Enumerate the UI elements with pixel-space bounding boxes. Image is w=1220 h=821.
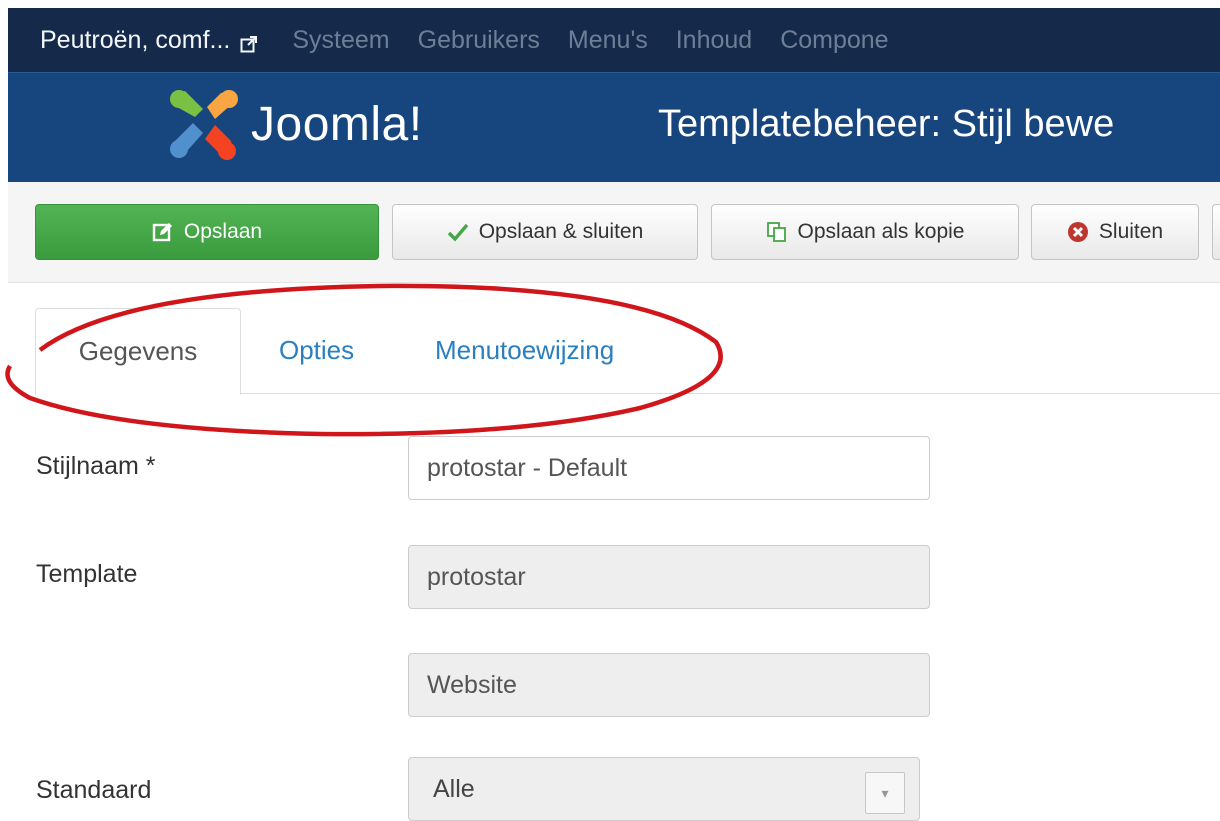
- tab-details[interactable]: Gegevens: [35, 308, 241, 395]
- tab-bar: Gegevens Opties Menutoewijzing: [35, 308, 1220, 395]
- copy-icon: [766, 221, 788, 243]
- external-link-icon: [240, 31, 258, 53]
- save-as-copy-label: Opslaan als kopie: [797, 220, 965, 243]
- default-label: Standaard: [36, 776, 152, 804]
- site-name-link[interactable]: Peutroën, comf...: [40, 26, 258, 55]
- menu-item-content[interactable]: Inhoud: [676, 26, 752, 55]
- top-navbar: Peutroën, comf... Systeem Gebruikers Men…: [8, 8, 1220, 72]
- save-and-close-label: Opslaan & sluiten: [478, 220, 644, 243]
- menu-item-system[interactable]: Systeem: [292, 26, 389, 55]
- template-field: protostar: [408, 545, 930, 609]
- joomla-logo[interactable]: Joomla!: [163, 85, 423, 163]
- help-button[interactable]: [1212, 204, 1220, 260]
- client-field: Website: [408, 653, 930, 717]
- checkmark-icon: [447, 221, 469, 243]
- default-select[interactable]: Alle ▾: [408, 757, 920, 821]
- save-as-copy-button[interactable]: Opslaan als kopie: [711, 204, 1019, 260]
- style-name-label: Stijlnaam *: [36, 452, 156, 480]
- style-name-field[interactable]: protostar - Default: [408, 436, 930, 500]
- template-label: Template: [36, 560, 138, 588]
- default-select-value: Alle: [433, 774, 475, 803]
- menu-item-menus[interactable]: Menu's: [568, 26, 648, 55]
- page-title: Templatebeheer: Stijl bewe: [658, 103, 1115, 145]
- close-button-label: Sluiten: [1098, 220, 1164, 243]
- main-menu: Systeem Gebruikers Menu's Inhoud Compone: [292, 26, 916, 55]
- save-and-close-button[interactable]: Opslaan & sluiten: [392, 204, 698, 260]
- cancel-circle-icon: [1067, 221, 1089, 243]
- save-button-label: Opslaan: [183, 220, 263, 243]
- edit-icon: [152, 221, 174, 243]
- site-name-label: Peutroën, comf...: [40, 25, 231, 54]
- menu-item-users[interactable]: Gebruikers: [418, 26, 540, 55]
- menu-item-components[interactable]: Compone: [780, 26, 888, 55]
- tab-menu-assignment[interactable]: Menutoewijzing: [435, 308, 614, 392]
- toolbar: Opslaan Opslaan & sluiten Opslaan als ko…: [8, 182, 1220, 283]
- logo-text: Joomla!: [251, 97, 423, 151]
- joomla-logo-icon: [170, 90, 238, 160]
- chevron-down-icon[interactable]: ▾: [865, 772, 905, 814]
- tab-options[interactable]: Opties: [279, 308, 354, 392]
- close-button[interactable]: Sluiten: [1031, 204, 1199, 260]
- save-button[interactable]: Opslaan: [35, 204, 379, 260]
- page-header: Joomla! Templatebeheer: Stijl bewe: [8, 72, 1220, 183]
